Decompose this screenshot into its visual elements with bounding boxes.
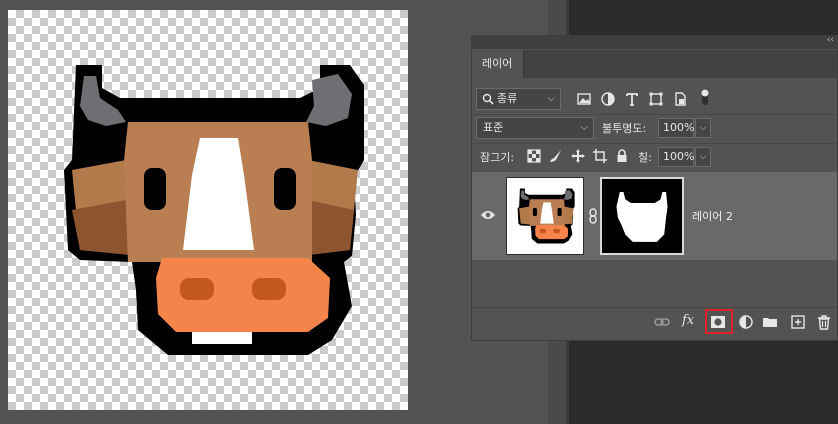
cow-thumbnail-art [517,188,575,244]
new-layer-icon[interactable] [790,314,806,330]
lock-transparent-pixels-icon[interactable] [526,148,542,164]
smart-object-filter-icon[interactable] [672,91,688,107]
lock-image-pixels-icon[interactable] [548,148,564,164]
eye-icon[interactable] [480,209,496,221]
folder-icon[interactable] [762,314,778,330]
shape-filter-icon[interactable] [648,91,664,107]
opacity-input[interactable]: 100% [658,118,694,138]
image-filter-icon[interactable] [576,91,592,107]
separator [472,143,837,144]
panel-collapse-strip: ‹‹ [471,35,838,49]
type-filter-icon[interactable] [624,91,640,107]
layer-row[interactable]: 레이어 2 [472,172,837,260]
lock-label: 잠그기: [480,151,515,164]
layers-panel: 레이어 종류 ⌵ 표준 ⌵ 불투명도: 100% ⌵ 잠그기: 칠: 100% … [471,35,838,341]
separator [472,114,837,115]
opacity-value: 100% [663,121,695,134]
search-icon [482,93,494,105]
mask-silhouette [616,191,668,242]
layer-thumbnail[interactable] [506,177,584,255]
panel-tab-bar: 레이어 [472,50,837,78]
opacity-label: 불투명도: [602,122,647,135]
chevron-down-icon: ⌵ [580,122,588,133]
fill-input[interactable]: 100% [658,147,694,167]
filter-kind-select[interactable]: 종류 ⌵ [476,88,561,110]
new-adjustment-layer-icon[interactable] [738,314,754,330]
link-layers-icon[interactable] [654,314,670,330]
layer-style-fx-button[interactable]: fx [682,313,694,328]
lock-artboard-icon[interactable] [592,148,608,164]
lock-position-icon[interactable] [570,148,586,164]
fill-dropdown-button[interactable]: ⌵ [695,147,711,167]
layer-name[interactable]: 레이어 2 [692,208,733,224]
layers-panel-footer: fx [472,307,837,335]
fill-value: 100% [663,150,695,163]
trash-icon[interactable] [816,314,832,330]
tab-layers[interactable]: 레이어 [472,50,524,78]
document-canvas[interactable] [8,10,408,410]
link-icon[interactable] [588,208,598,224]
fill-label: 칠: [638,151,652,164]
cow-artwork [64,65,364,355]
blend-mode-select[interactable]: 표준 ⌵ [476,117,594,139]
collapse-panel-icon[interactable]: ‹‹ [827,35,834,45]
filter-kind-value: 종류 [497,92,518,105]
add-layer-mask-icon[interactable] [710,314,726,330]
filter-toggle-icon[interactable] [700,87,710,107]
opacity-dropdown-button[interactable]: ⌵ [695,118,711,138]
adjustment-filter-icon[interactable] [600,91,616,107]
lock-all-icon[interactable] [614,148,630,164]
layer-mask-thumbnail[interactable] [600,177,684,255]
blend-mode-value: 표준 [483,121,504,134]
chevron-down-icon: ⌵ [547,93,555,104]
